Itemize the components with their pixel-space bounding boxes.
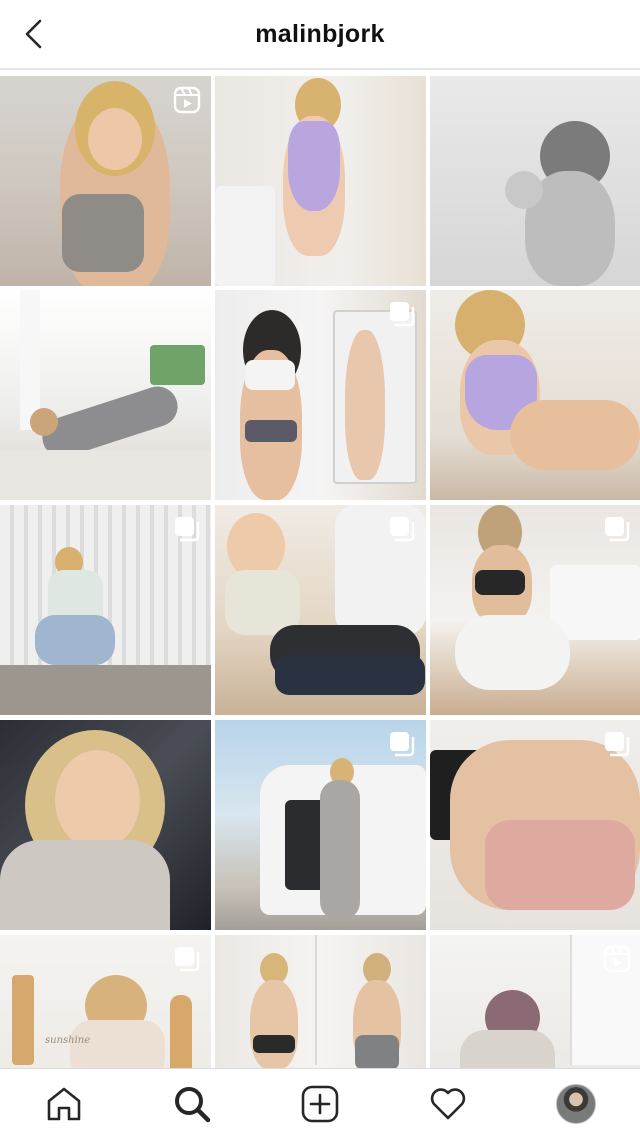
- nav-new-post-button[interactable]: [290, 1074, 350, 1134]
- reel-icon: [173, 86, 201, 114]
- reel-icon: [603, 945, 631, 973]
- post-tile-7[interactable]: [0, 505, 211, 715]
- search-icon: [175, 1087, 211, 1123]
- post-tile-11[interactable]: [215, 720, 426, 930]
- post-tile-6[interactable]: [430, 290, 640, 500]
- post-tile-1[interactable]: [0, 76, 211, 286]
- page-title: malinbjork: [255, 19, 385, 48]
- post-tile-12[interactable]: [430, 720, 640, 930]
- top-bar: malinbjork: [0, 0, 640, 68]
- posts-grid: sunshine: [0, 76, 640, 1068]
- bottom-navigation: [0, 1068, 640, 1139]
- nav-profile-button[interactable]: [546, 1074, 606, 1134]
- back-button[interactable]: [22, 14, 66, 54]
- add-post-icon: [301, 1085, 339, 1123]
- post-tile-3[interactable]: [430, 76, 640, 286]
- post-tile-14[interactable]: [215, 935, 426, 1068]
- heart-icon: [430, 1088, 466, 1120]
- carousel-icon: [390, 302, 415, 327]
- avatar: [556, 1084, 596, 1124]
- post-tile-5[interactable]: [215, 290, 426, 500]
- carousel-icon: [390, 732, 415, 757]
- home-icon: [47, 1087, 81, 1121]
- carousel-icon: [390, 517, 415, 542]
- post-tile-2[interactable]: [215, 76, 426, 286]
- carousel-icon: [605, 517, 630, 542]
- post-tile-8[interactable]: [215, 505, 426, 715]
- nav-home-button[interactable]: [34, 1074, 94, 1134]
- post-tile-9[interactable]: [430, 505, 640, 715]
- post-caption-text: sunshine: [45, 1035, 91, 1046]
- nav-activity-button[interactable]: [418, 1074, 478, 1134]
- post-tile-13[interactable]: sunshine: [0, 935, 211, 1068]
- post-tile-4[interactable]: [0, 290, 211, 500]
- carousel-icon: [175, 517, 200, 542]
- nav-search-button[interactable]: [162, 1074, 222, 1134]
- post-tile-15[interactable]: [430, 935, 640, 1068]
- carousel-icon: [605, 732, 630, 757]
- carousel-icon: [175, 947, 200, 972]
- post-tile-10[interactable]: [0, 720, 211, 930]
- chevron-left-icon: [25, 19, 42, 49]
- header-divider: [0, 68, 640, 70]
